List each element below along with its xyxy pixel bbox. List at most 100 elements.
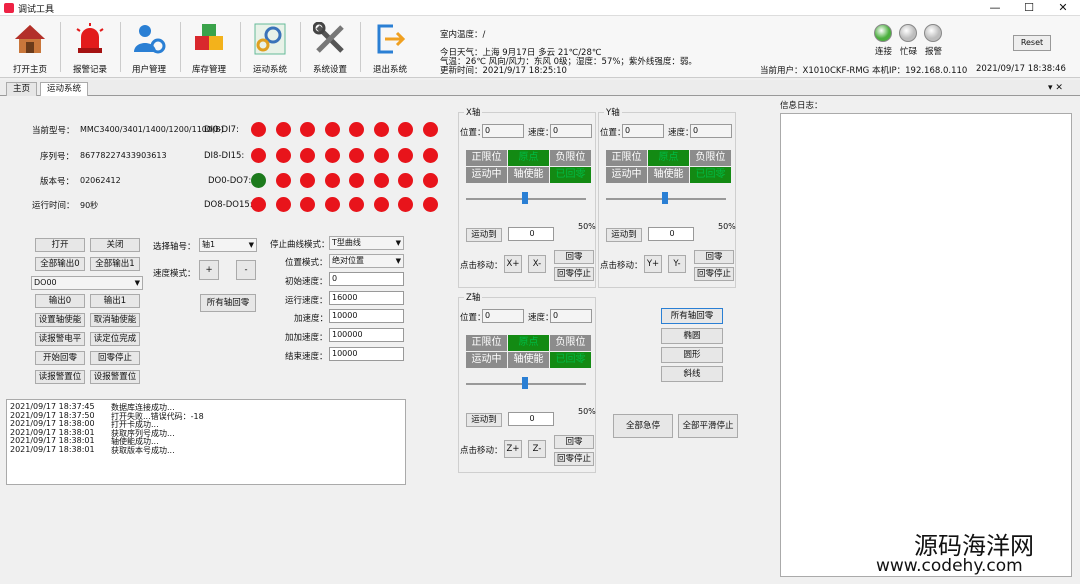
emergency-stop-all-button[interactable]: 全部急停 <box>613 414 673 438</box>
position-mode-select[interactable]: 绝对位置 ▼ <box>329 254 404 268</box>
home-button[interactable]: 回零 <box>554 435 594 449</box>
open-home-button[interactable]: 打开主页 <box>2 20 58 76</box>
speed-slider-thumb[interactable] <box>522 377 528 389</box>
speed-minus-button[interactable]: - <box>236 260 256 280</box>
do-select[interactable]: DO00 ▼ <box>31 276 143 290</box>
output1-button[interactable]: 输出1 <box>90 294 140 308</box>
all-output0-button[interactable]: 全部输出0 <box>35 257 85 271</box>
curve-mode-select[interactable]: T型曲线 ▼ <box>329 236 404 250</box>
speed-plus-button[interactable]: + <box>199 260 219 280</box>
speed-slider-thumb[interactable] <box>662 192 668 204</box>
jerk-input[interactable]: 100000 <box>329 328 404 342</box>
position-value: 0 <box>482 309 524 323</box>
io-indicator <box>275 173 291 188</box>
io-indicator <box>349 148 364 163</box>
speed-value: 0 <box>690 124 732 138</box>
stop-home-button[interactable]: 回零停止 <box>90 351 140 365</box>
system-settings-button[interactable]: 系统设置 <box>302 20 358 76</box>
io-indicator <box>324 197 340 212</box>
alarm-record-button[interactable]: 报警记录 <box>62 20 118 76</box>
close-button[interactable]: ✕ <box>1050 1 1076 14</box>
move-to-input[interactable]: 0 <box>508 227 554 241</box>
start-home-button[interactable]: 开始回零 <box>35 351 85 365</box>
user-management-button[interactable]: 用户管理 <box>121 20 177 76</box>
jog-minus-button[interactable]: Y- <box>668 255 686 273</box>
io-indicator <box>398 197 413 212</box>
jog-minus-button[interactable]: X- <box>528 255 546 273</box>
accel-input[interactable]: 10000 <box>329 309 404 323</box>
tab-home[interactable]: 主页 <box>6 82 38 96</box>
tab-dropdown-close[interactable]: ▾ ✕ <box>1048 83 1063 93</box>
move-to-input[interactable]: 0 <box>648 227 694 241</box>
axis-status-0: 正限位 <box>466 335 507 351</box>
home-stop-button[interactable]: 回零停止 <box>694 267 734 281</box>
tab-motion-system[interactable]: 运动系统 <box>40 82 89 96</box>
reset-button[interactable]: Reset <box>1013 35 1051 51</box>
speed-percent: 50% <box>578 222 596 231</box>
run-speed-input[interactable]: 16000 <box>329 291 404 305</box>
io-indicator <box>422 173 438 188</box>
axis-status-1: 原点 <box>508 335 549 351</box>
close-device-button[interactable]: 关闭 <box>90 238 140 252</box>
jog-plus-button[interactable]: Z+ <box>504 440 522 458</box>
axis-select[interactable]: 轴1 ▼ <box>199 238 257 252</box>
minimize-button[interactable]: — <box>982 1 1008 14</box>
init-speed-input[interactable]: 0 <box>329 272 404 286</box>
jog-label: 点击移动： <box>600 261 643 271</box>
move-to-button[interactable]: 运动到 <box>606 228 642 242</box>
move-to-button[interactable]: 运动到 <box>466 228 502 242</box>
all-axis-home-motion-button[interactable]: 所有轴回零 <box>661 308 723 324</box>
io-indicator <box>373 197 389 212</box>
axis-title: Y轴 <box>604 106 622 118</box>
read-position-done-button[interactable]: 读定位完成 <box>90 332 140 346</box>
speed-value: 0 <box>550 309 592 323</box>
ellipse-button[interactable]: 椭圆 <box>661 328 723 344</box>
io-indicator <box>398 148 413 163</box>
info-log-textbox[interactable] <box>780 113 1072 577</box>
home-button[interactable]: 回零 <box>554 250 594 264</box>
position-mode-label: 位置模式： <box>285 258 328 268</box>
operation-log[interactable]: 2021/09/17 18:37:45 数据库连接成功... 2021/09/17 … <box>6 399 406 485</box>
chevron-down-icon: ▼ <box>395 257 401 265</box>
jog-label: 点击移动： <box>460 446 503 456</box>
io-indicator <box>398 173 413 188</box>
inventory-button[interactable]: 库存管理 <box>181 20 237 76</box>
model-label: 当前型号： <box>32 126 75 136</box>
home-stop-button[interactable]: 回零停止 <box>554 452 594 466</box>
set-axis-enable-button[interactable]: 设置轴使能 <box>35 313 85 327</box>
circle-button[interactable]: 圆形 <box>661 347 723 363</box>
io-indicator <box>300 148 315 163</box>
diagonal-line-button[interactable]: 斜线 <box>661 366 723 382</box>
smooth-stop-all-button[interactable]: 全部平滑停止 <box>678 414 738 438</box>
all-axis-home-button[interactable]: 所有轴回零 <box>200 294 256 312</box>
read-alarm-level-button[interactable]: 读报警电平 <box>35 332 85 346</box>
jog-plus-button[interactable]: Y+ <box>644 255 662 273</box>
users-gear-icon <box>134 25 166 54</box>
io-indicator <box>251 197 266 212</box>
move-to-input[interactable]: 0 <box>508 412 554 426</box>
io-indicator <box>275 148 291 163</box>
speed-slider-thumb[interactable] <box>522 192 528 204</box>
end-speed-input[interactable]: 10000 <box>329 347 404 361</box>
maximize-button[interactable]: ☐ <box>1016 1 1042 14</box>
window-title: 调试工具 <box>18 5 55 15</box>
exit-system-button[interactable]: 退出系统 <box>362 20 418 76</box>
home-stop-button[interactable]: 回零停止 <box>554 267 594 281</box>
output0-button[interactable]: 输出0 <box>35 294 85 308</box>
home-button[interactable]: 回零 <box>694 250 734 264</box>
cancel-axis-enable-button[interactable]: 取消轴使能 <box>90 313 140 327</box>
jog-minus-button[interactable]: Z- <box>528 440 546 458</box>
watermark-url: www.codehy.com <box>876 556 1023 576</box>
motion-system-button[interactable]: 运动系统 <box>242 20 298 76</box>
read-alarm-position-button[interactable]: 读报警置位 <box>35 370 85 384</box>
jog-plus-button[interactable]: X+ <box>504 255 522 273</box>
move-to-button[interactable]: 运动到 <box>466 413 502 427</box>
speed-percent: 50% <box>578 407 596 416</box>
io-indicator <box>324 122 340 137</box>
all-output1-button[interactable]: 全部输出1 <box>90 257 140 271</box>
alarm-light-icon <box>76 23 104 53</box>
open-button[interactable]: 打开 <box>35 238 85 252</box>
axis-status-1: 原点 <box>648 150 689 166</box>
set-alarm-position-button[interactable]: 设报警置位 <box>90 370 140 384</box>
axis-status-4: 轴使能 <box>508 352 549 368</box>
